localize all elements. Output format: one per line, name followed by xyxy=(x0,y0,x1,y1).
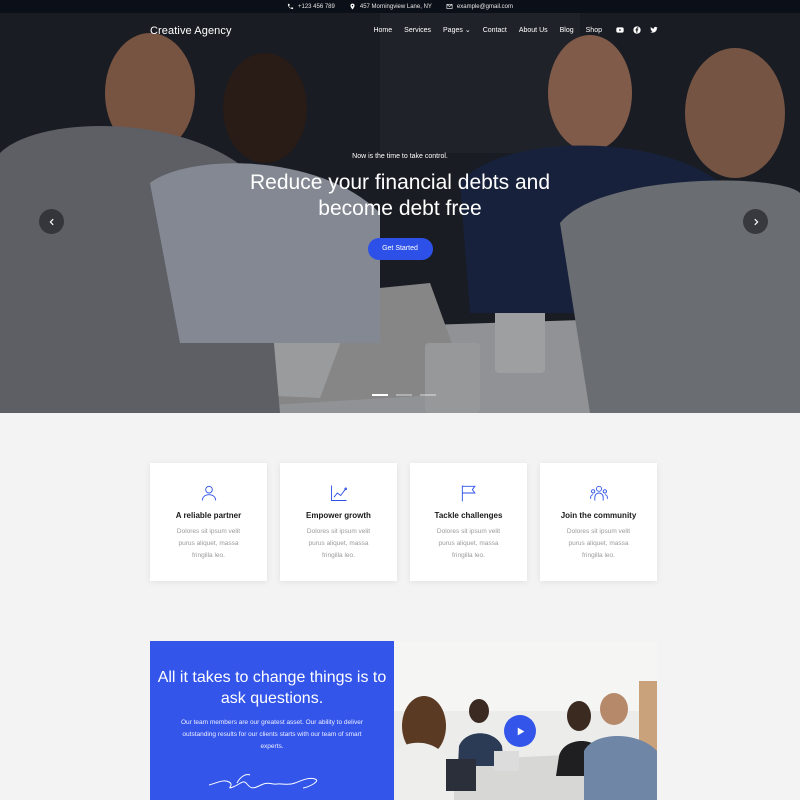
growth-chart-icon xyxy=(329,483,349,503)
slider-pagination xyxy=(372,394,436,396)
social-links xyxy=(616,26,658,34)
nav-item-home[interactable]: Home xyxy=(373,27,392,34)
nav-item-pages-label: Pages xyxy=(443,27,463,34)
brand-logo[interactable]: Creative Agency xyxy=(150,25,232,37)
signature-image xyxy=(207,767,337,793)
nav-item-contact[interactable]: Contact xyxy=(483,27,507,34)
hero-content: Now is the time to take control. Reduce … xyxy=(0,153,800,260)
phone-text: +123 456 789 xyxy=(297,3,335,10)
hero-slider: Now is the time to take control. Reduce … xyxy=(0,13,800,413)
about-text-panel: All it takes to change things is to ask … xyxy=(150,641,394,800)
about-heading: All it takes to change things is to ask … xyxy=(157,669,387,707)
main-navigation: Creative Agency Home Services Pages ⌄ Co… xyxy=(0,13,800,51)
address-text: 457 Morningview Lane, NY xyxy=(359,3,432,10)
hero-kicker: Now is the time to take control. xyxy=(352,153,448,160)
nav-item-services[interactable]: Services xyxy=(404,27,431,34)
feature-title: Join the community xyxy=(560,511,637,520)
hero-headline: Reduce your financial debts and become d… xyxy=(249,171,551,220)
get-started-button[interactable]: Get Started xyxy=(367,238,433,260)
feature-card: Tackle challenges Dolores sit ipsum veli… xyxy=(410,463,527,581)
feature-title: A reliable partner xyxy=(175,511,242,520)
feature-text: Dolores sit ipsum velit purus aliquet, m… xyxy=(306,528,371,559)
email-info[interactable]: example@gmail.com xyxy=(446,3,513,10)
youtube-icon[interactable] xyxy=(616,26,624,34)
mail-icon xyxy=(446,4,453,9)
address-info: 457 Morningview Lane, NY xyxy=(349,3,432,10)
nav-item-blog[interactable]: Blog xyxy=(560,27,574,34)
feature-card: Empower growth Dolores sit ipsum velit p… xyxy=(280,463,397,581)
user-icon xyxy=(199,483,219,503)
video-thumbnail[interactable] xyxy=(394,641,657,800)
nav-item-about-us[interactable]: About Us xyxy=(519,27,548,34)
slider-prev-button[interactable] xyxy=(39,209,64,234)
chevron-left-icon xyxy=(49,218,54,225)
top-info-bar: +123 456 789 457 Morningview Lane, NY ex… xyxy=(0,0,800,13)
play-video-button[interactable] xyxy=(504,715,536,747)
slider-next-button[interactable] xyxy=(743,209,768,234)
feature-text: Dolores sit ipsum velit purus aliquet, m… xyxy=(436,528,501,559)
about-text: Our team members are our greatest asset.… xyxy=(180,719,364,750)
facebook-icon[interactable] xyxy=(633,26,641,34)
feature-card: A reliable partner Dolores sit ipsum vel… xyxy=(150,463,267,581)
slider-dot-2[interactable] xyxy=(396,394,412,396)
feature-title: Tackle challenges xyxy=(434,511,503,520)
feature-text: Dolores sit ipsum velit purus aliquet, m… xyxy=(176,528,241,559)
feature-card: Join the community Dolores sit ipsum vel… xyxy=(540,463,657,581)
phone-info[interactable]: +123 456 789 xyxy=(287,3,335,10)
features-section: A reliable partner Dolores sit ipsum vel… xyxy=(150,463,657,581)
community-icon xyxy=(589,483,609,503)
location-pin-icon xyxy=(350,3,355,10)
email-text: example@gmail.com xyxy=(456,3,514,10)
about-section: All it takes to change things is to ask … xyxy=(150,641,657,800)
chevron-down-icon: ⌄ xyxy=(464,27,471,34)
twitter-icon[interactable] xyxy=(650,26,658,34)
feature-title: Empower growth xyxy=(306,511,371,520)
nav-menu: Home Services Pages ⌄ Contact About Us B… xyxy=(373,26,658,34)
flag-icon xyxy=(459,483,479,503)
slider-dot-3[interactable] xyxy=(420,394,436,396)
play-icon xyxy=(517,727,524,735)
phone-icon xyxy=(287,3,294,10)
feature-text: Dolores sit ipsum velit purus aliquet, m… xyxy=(566,528,631,559)
slider-dot-1[interactable] xyxy=(372,394,388,396)
nav-item-pages[interactable]: Pages ⌄ xyxy=(443,26,471,34)
nav-item-shop[interactable]: Shop xyxy=(586,27,602,34)
chevron-right-icon xyxy=(753,218,758,225)
